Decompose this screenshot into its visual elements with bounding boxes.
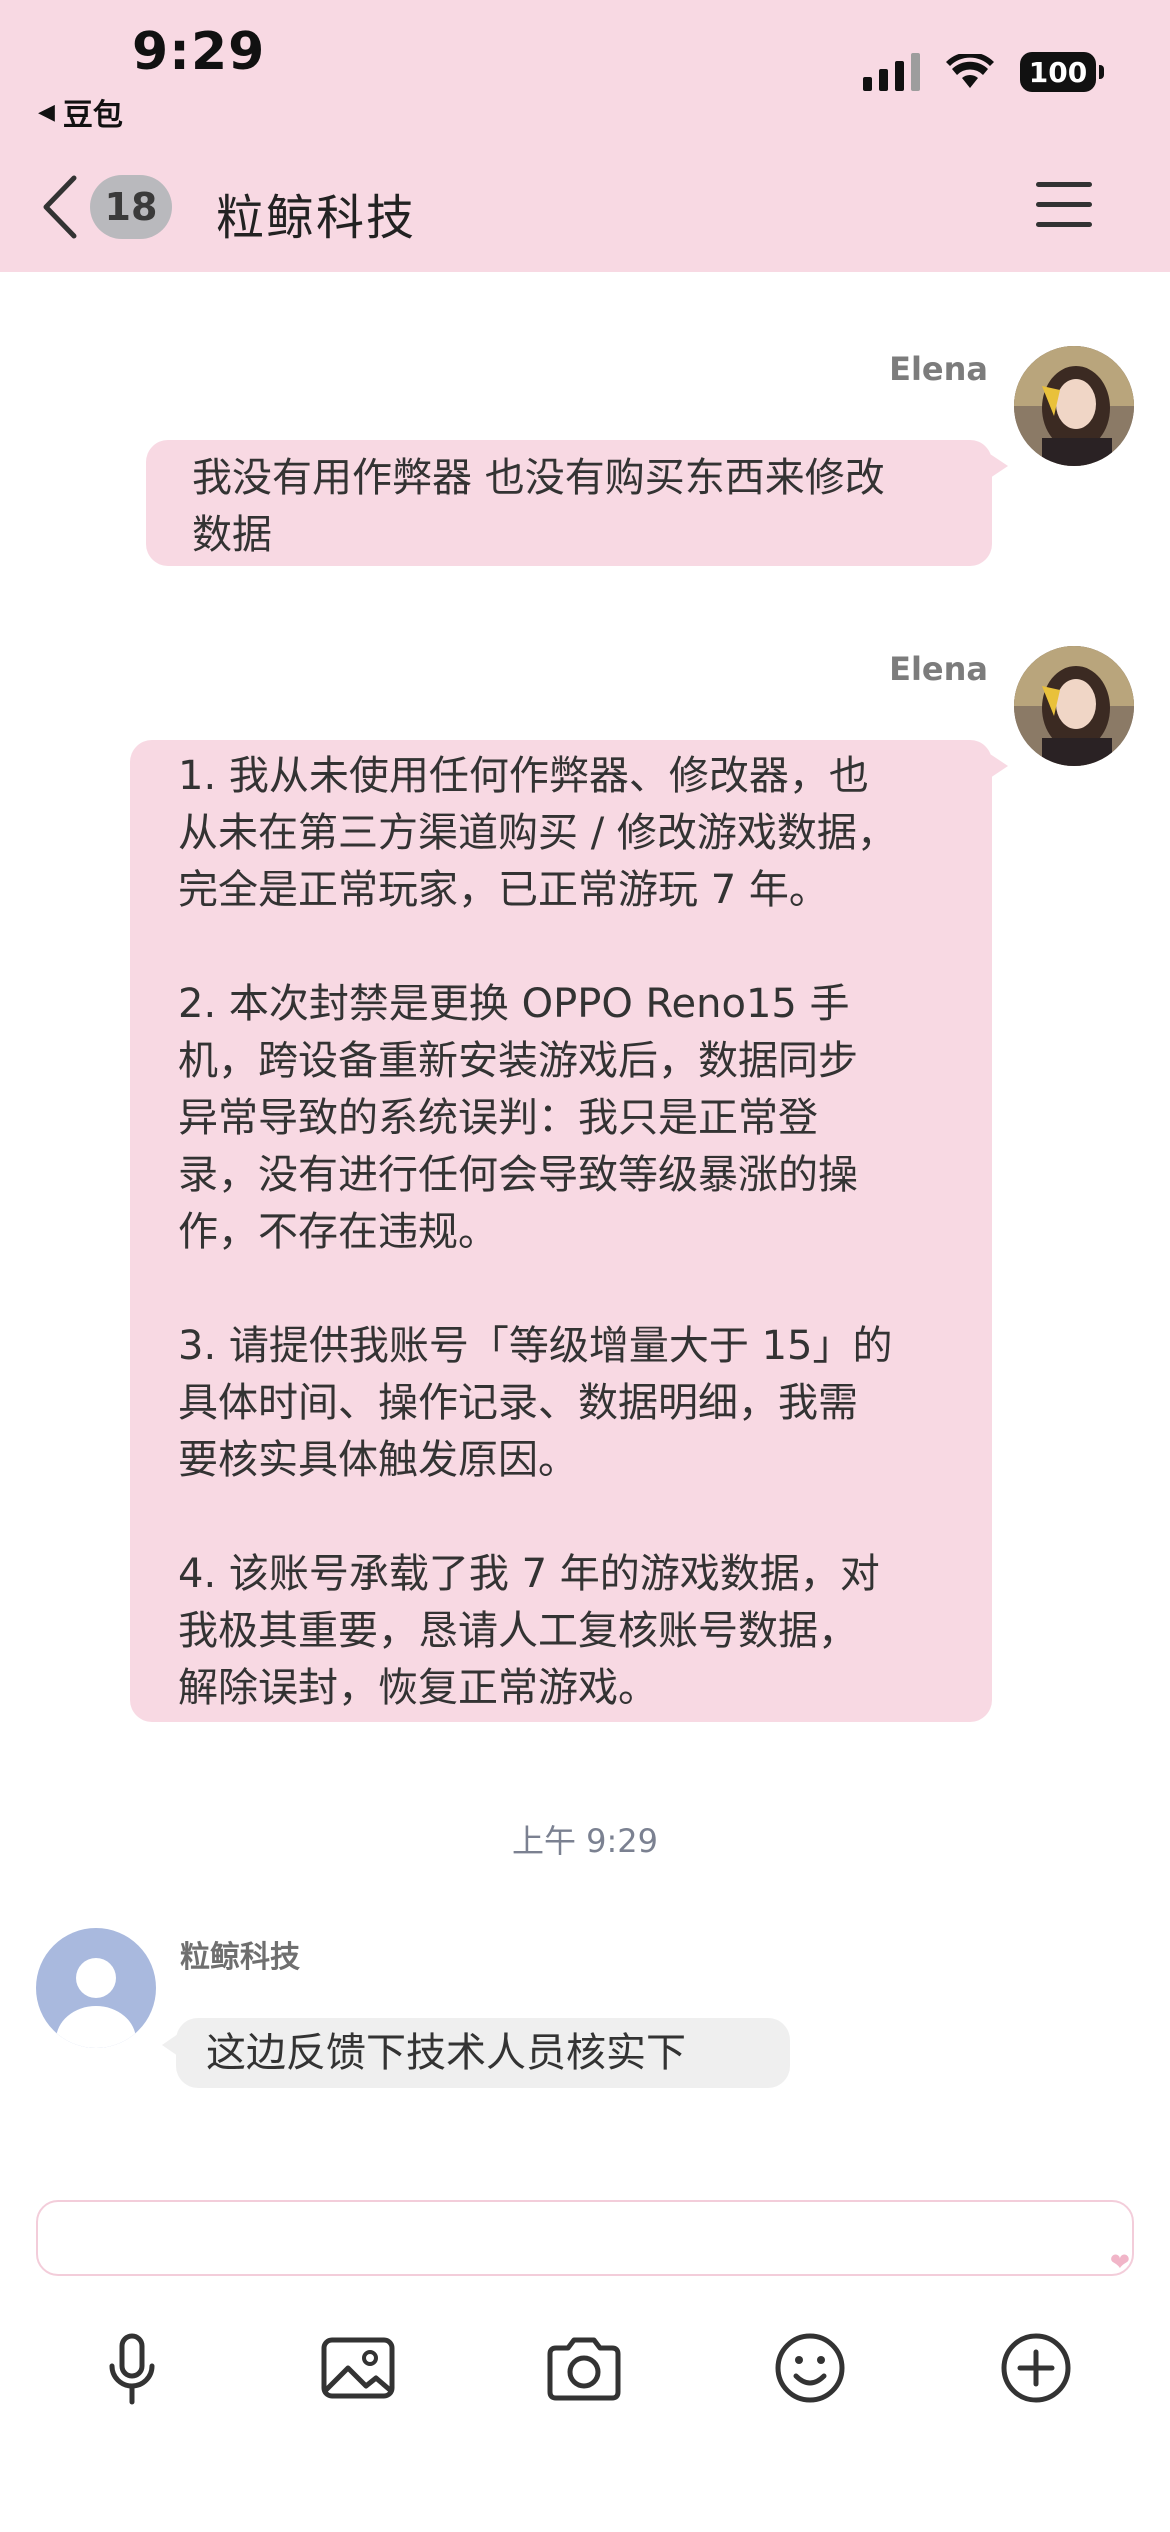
microphone-icon[interactable] [84, 2320, 180, 2416]
battery-icon: 100 [1020, 52, 1104, 92]
avatar-photo-image [1014, 346, 1134, 466]
chat-title: 粒鲸科技 [216, 190, 417, 246]
plus-icon[interactable] [988, 2320, 1084, 2416]
contact-avatar[interactable] [36, 1928, 156, 2048]
image-icon[interactable] [310, 2320, 406, 2416]
signal-icon [863, 53, 920, 91]
message-sender-name: Elena [889, 350, 988, 388]
back-to-app-link[interactable]: ◀ 豆包 [38, 90, 123, 134]
emoji-icon[interactable] [762, 2320, 858, 2416]
message-input[interactable] [38, 2202, 1132, 2274]
user-avatar[interactable] [1014, 646, 1134, 766]
back-chevron-icon[interactable] [38, 172, 82, 242]
message-input-box[interactable] [36, 2200, 1134, 2276]
back-app-label: 豆包 [62, 98, 123, 133]
input-toolbar [0, 2320, 1170, 2430]
default-person-icon [56, 1958, 136, 2048]
message-timestamp: 上午 9:29 [511, 1822, 659, 1860]
user-avatar[interactable] [1014, 346, 1134, 466]
camera-icon[interactable] [536, 2320, 632, 2416]
avatar-photo-image [1014, 646, 1134, 766]
message-bubble[interactable]: 我没有用作弊器 也没有购买东西来修改 数据 [146, 440, 1008, 566]
status-indicators: 100 [863, 52, 1104, 92]
message-sender-name: Elena [889, 650, 988, 688]
back-triangle-icon: ◀ [38, 99, 55, 125]
status-time: 9:29 [132, 22, 266, 82]
chat-screen: 9:29 ◀ 豆包 100 18 粒鲸科技 Elena 我没有用作弊器 也没有购… [0, 0, 1170, 2532]
message-bubble[interactable]: 1. 我从未使用任何作弊器、修改器，也 从未在第三方渠道购买 / 修改游戏数据，… [130, 740, 1008, 1722]
reply-sender-name: 粒鲸科技 [180, 1940, 300, 1975]
header: 9:29 ◀ 豆包 100 18 粒鲸科技 [0, 0, 1170, 272]
heart-decoration-icon: ❤ [1109, 2248, 1130, 2276]
unread-count-badge[interactable]: 18 [90, 175, 172, 239]
wifi-icon [946, 54, 994, 88]
menu-icon[interactable] [1036, 182, 1092, 228]
reply-bubble[interactable]: 这边反馈下技术人员核实下 [162, 2018, 790, 2088]
